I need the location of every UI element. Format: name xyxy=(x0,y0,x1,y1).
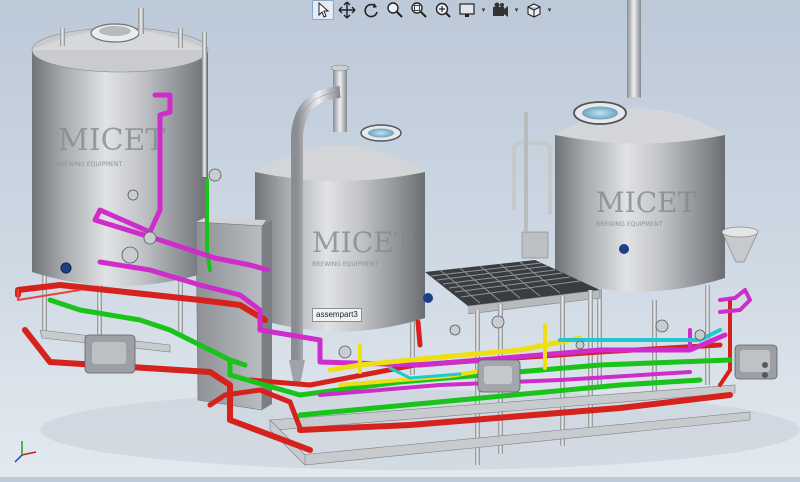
brewery-assembly-model[interactable]: MICET BREWING EQUIPMENT MICET BREWING EQ… xyxy=(0,0,800,477)
rotate-view-icon xyxy=(364,3,378,18)
zoom-area-icon xyxy=(411,2,427,18)
display-style-icon xyxy=(459,3,475,17)
right-tank[interactable]: MICET BREWING EQUIPMENT xyxy=(555,0,759,395)
right-tank-logo-subtext: BREWING EQUIPMENT xyxy=(596,221,663,228)
right-tank-logo: MICET xyxy=(596,186,697,219)
select-arrow-icon xyxy=(318,1,330,18)
pan-icon xyxy=(338,1,356,19)
component-tooltip: assempart3 xyxy=(312,308,362,322)
zoom-to-fit-button[interactable] xyxy=(384,0,406,20)
zoom-area-button[interactable] xyxy=(408,0,430,20)
select-arrow-button[interactable] xyxy=(312,0,334,20)
left-tank-logo-subtext: BREWING EQUIPMENT xyxy=(56,161,123,168)
view-settings-button[interactable] xyxy=(489,0,511,20)
center-tank[interactable]: MICET BREWING EQUIPMENT xyxy=(255,64,433,385)
chevron-down-icon[interactable]: ▾ xyxy=(513,6,520,14)
heat-exchanger-frame[interactable] xyxy=(512,112,552,259)
view-settings-icon xyxy=(493,2,508,17)
display-style-button[interactable] xyxy=(456,0,478,20)
orientation-triad xyxy=(14,441,37,463)
rotate-view-button[interactable] xyxy=(360,0,382,20)
pan-button[interactable] xyxy=(336,0,358,20)
heads-up-view-toolbar: ▾ ▾ ▾ xyxy=(312,0,570,20)
view-orientation-cube-icon xyxy=(527,3,541,18)
zoom-to-fit-icon xyxy=(387,2,403,18)
chevron-down-icon[interactable]: ▾ xyxy=(546,6,553,14)
zoom-in-out-icon xyxy=(435,2,451,18)
zoom-in-out-button[interactable] xyxy=(432,0,454,20)
cad-3d-viewport[interactable]: MICET BREWING EQUIPMENT MICET BREWING EQ… xyxy=(0,0,800,477)
left-tank-logo: MICET xyxy=(58,123,165,158)
pump-left[interactable] xyxy=(84,334,136,374)
chevron-down-icon[interactable]: ▾ xyxy=(480,6,487,14)
pump-right[interactable] xyxy=(734,344,778,380)
view-orientation-cube-button[interactable] xyxy=(522,0,544,20)
center-tank-logo-subtext: BREWING EQUIPMENT xyxy=(312,261,379,268)
pump-center[interactable] xyxy=(477,359,521,393)
center-tank-logo: MICET xyxy=(312,226,413,259)
